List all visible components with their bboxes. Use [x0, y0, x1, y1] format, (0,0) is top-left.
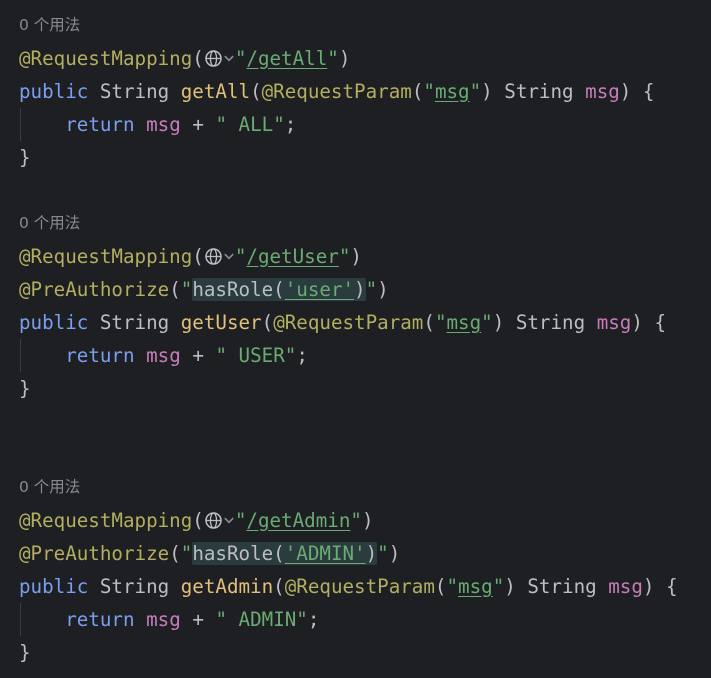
param-key-link[interactable]: msg [447, 311, 482, 334]
endpoint-path-link[interactable]: /getAll [246, 47, 327, 70]
param-key-link[interactable]: msg [458, 575, 493, 598]
method-name[interactable]: getUser [181, 311, 262, 334]
has-role-close: ) [354, 278, 366, 301]
globe-icon[interactable] [204, 49, 223, 68]
globe-icon[interactable] [204, 247, 223, 266]
param-type: String [504, 80, 574, 103]
chevron-down-icon[interactable] [223, 49, 235, 68]
chevron-down-icon[interactable] [223, 511, 235, 530]
return-var: msg [146, 608, 181, 631]
return-literal: " ADMIN" [215, 608, 308, 631]
usage-hint[interactable]: 0 个用法 [19, 11, 80, 39]
usage-hint[interactable]: 0 个用法 [19, 473, 80, 501]
method-signature-line: public String getAll(@RequestParam("msg"… [19, 80, 655, 103]
request-mapping-annotation: @RequestMapping [19, 47, 193, 70]
request-mapping-line: @RequestMapping("/getUser") [19, 245, 362, 268]
has-role-call: hasRole( [192, 542, 285, 565]
plus-operator: + [192, 608, 204, 631]
role-literal[interactable]: 'user' [285, 278, 354, 301]
return-keyword: return [65, 113, 135, 136]
chevron-down-icon[interactable] [223, 247, 235, 266]
return-var: msg [146, 113, 181, 136]
plus-operator: + [192, 113, 204, 136]
request-mapping-annotation: @RequestMapping [19, 509, 193, 532]
return-keyword: return [65, 344, 135, 367]
param-annotation: @RequestParam [284, 575, 435, 598]
return-literal: " ALL" [215, 113, 285, 136]
closing-brace: } [19, 641, 31, 664]
role-literal[interactable]: 'ADMIN' [285, 542, 366, 565]
spel-expression: hasRole('ADMIN') [192, 542, 378, 565]
modifier-keyword: public [19, 80, 89, 103]
param-annotation: @RequestParam [273, 311, 424, 334]
method-name[interactable]: getAll [181, 80, 250, 103]
return-line: return msg + " ADMIN"; [65, 608, 320, 631]
modifier-keyword: public [19, 311, 89, 334]
return-type: String [99, 80, 170, 103]
preauthorize-annotation: @PreAuthorize [19, 278, 170, 301]
has-role-call: hasRole( [192, 278, 285, 301]
request-mapping-line: @RequestMapping("/getAdmin") [19, 509, 374, 532]
has-role-close: ) [365, 542, 378, 565]
usage-hint[interactable]: 0 个用法 [19, 209, 80, 237]
request-mapping-line: @RequestMapping("/getAll") [19, 47, 351, 70]
globe-icon[interactable] [204, 511, 223, 530]
method-name[interactable]: getAdmin [181, 575, 273, 598]
request-mapping-annotation: @RequestMapping [19, 245, 193, 268]
preauthorize-annotation: @PreAuthorize [19, 542, 170, 565]
plus-operator: + [192, 344, 204, 367]
return-type: String [99, 575, 170, 598]
return-literal: " USER" [215, 344, 297, 367]
param-name: msg [585, 80, 620, 103]
preauthorize-line: @PreAuthorize("hasRole('ADMIN')") [19, 542, 401, 565]
param-type: String [527, 575, 597, 598]
return-keyword: return [65, 608, 135, 631]
endpoint-path-link[interactable]: /getUser [246, 245, 338, 268]
return-var: msg [146, 344, 181, 367]
return-line: return msg + " USER"; [65, 344, 308, 367]
spel-expression: hasRole('user') [192, 278, 366, 301]
closing-brace: } [19, 146, 31, 169]
method-signature-line: public String getUser(@RequestParam("msg… [19, 311, 667, 334]
param-annotation: @RequestParam [261, 80, 412, 103]
method-signature-line: public String getAdmin(@RequestParam("ms… [19, 575, 678, 598]
param-key-link[interactable]: msg [435, 80, 470, 103]
code-editor[interactable]: 0 个用法 @RequestMapping("/getAll") public … [0, 0, 711, 678]
closing-brace: } [19, 377, 31, 400]
return-type: String [99, 311, 170, 334]
param-name: msg [596, 311, 632, 334]
param-name: msg [608, 575, 643, 598]
modifier-keyword: public [19, 575, 89, 598]
return-line: return msg + " ALL"; [65, 113, 297, 136]
param-type: String [515, 311, 586, 334]
preauthorize-line: @PreAuthorize("hasRole('user')") [19, 278, 389, 301]
endpoint-path-link[interactable]: /getAdmin [246, 509, 350, 532]
